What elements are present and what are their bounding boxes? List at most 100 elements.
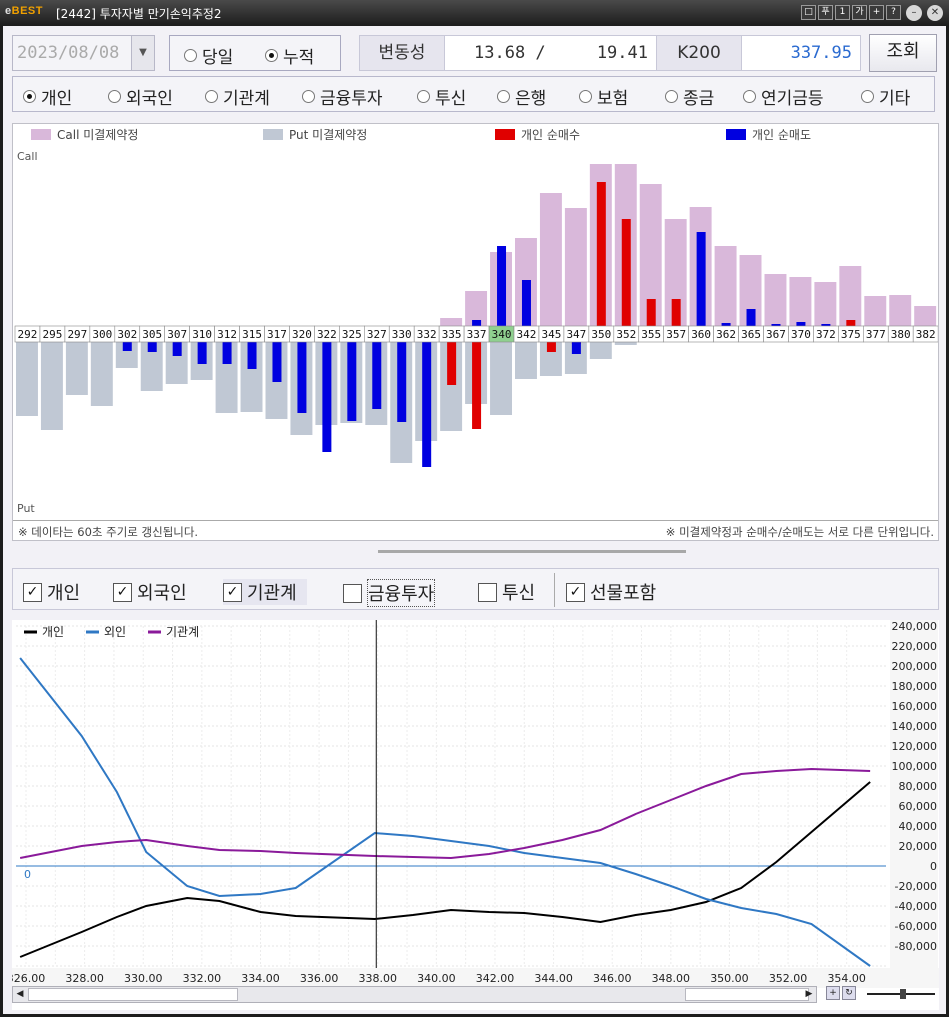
investor-radio-6[interactable]: 보험 (579, 84, 628, 109)
investor-checkbox-1[interactable]: ✓ 외국인 (113, 579, 187, 605)
mode-radio-group: 당일 누적 (169, 35, 341, 71)
help-icon[interactable]: ? (886, 5, 901, 20)
restore-icon[interactable]: □ (801, 5, 816, 20)
investor-radio-3[interactable]: 금융투자 (302, 84, 383, 109)
put-oi-bar (65, 342, 88, 395)
strike-label: 345 (541, 328, 561, 341)
strike-label: 370 (791, 328, 811, 341)
checkbox-icon[interactable]: ✓ (113, 582, 132, 602)
strike-label: 352 (616, 328, 636, 341)
scroll-thumb-right[interactable] (685, 988, 809, 1001)
checkbox-label: 선물포함 (590, 583, 657, 604)
divider (13, 520, 938, 521)
strike-label: 372 (816, 328, 836, 341)
font-icon[interactable]: 가 (852, 5, 867, 20)
net-sell-bar (272, 342, 282, 382)
pin-icon[interactable]: 푸 (818, 5, 833, 20)
strike-label: 375 (841, 328, 861, 341)
zoom-reset-icon[interactable]: ↻ (842, 986, 856, 1000)
k200-label: K200 (656, 35, 742, 71)
put-oi-bar (614, 342, 637, 345)
plus-icon[interactable]: + (869, 5, 884, 20)
link-1-icon[interactable]: 1 (835, 5, 850, 20)
radio-today[interactable]: 당일 (184, 43, 233, 68)
net-buy-bar (646, 299, 656, 326)
panel-splitter[interactable] (378, 550, 686, 553)
net-sell-bar (172, 342, 182, 356)
y-tick-label: -20,000 (895, 880, 937, 893)
x-tick-label: 340.00 (417, 972, 456, 985)
radio-cumulative[interactable]: 누적 (265, 43, 314, 68)
oi-chart-svg: 292 295 297 300 302 305 307 310 312 315 317 320 322 3… (14, 164, 938, 467)
unit-note: ※ 미결제약정과 순매수/순매도는 서로 다른 단위입니다. (665, 525, 934, 539)
volatility-label: 변동성 (359, 35, 445, 71)
scroll-right-icon[interactable]: ▶ (802, 987, 816, 1002)
date-dropdown-button[interactable]: ▼ (131, 35, 155, 71)
investor-checkbox-0[interactable]: ✓ 개인 (23, 579, 80, 605)
investor-checkbox-4[interactable]: 투신 (478, 579, 535, 605)
call-oi-bar (914, 306, 937, 326)
net-sell-bar (746, 309, 756, 326)
x-tick-label: 338.00 (358, 972, 397, 985)
main-frame: 2023/08/08 ▼ 당일 누적 변동성 13.68 / 19.41 K20… (0, 26, 949, 1017)
investor-radio-8[interactable]: 연기금등 (743, 84, 824, 109)
pnl-chart-svg: 240,000 220,000 200,000 180,000 160,000 140,0… (12, 620, 939, 988)
investor-radio-group: 개인 외국인 기관계 금융투자 투신 은행 보험 종금 연기금등 기타 (12, 76, 935, 112)
checkbox-icon[interactable]: ✓ (223, 582, 242, 602)
strike-label: 362 (716, 328, 736, 341)
window-title: [2442] 투자자별 만기손익추정2 (56, 7, 222, 21)
investor-radio-5[interactable]: 은행 (497, 84, 546, 109)
put-oi-bar (16, 342, 38, 416)
radio-dot (743, 90, 756, 103)
investor-checkbox-5[interactable]: ✓ 선물포함 (566, 579, 656, 605)
radio-dot (861, 90, 874, 103)
investor-radio-7[interactable]: 종금 (665, 84, 714, 109)
y-tick-label: 180,000 (892, 680, 938, 693)
checkbox-icon[interactable]: ✓ (566, 582, 585, 602)
investor-checkbox-2[interactable]: ✓ 기관계 (223, 579, 307, 605)
call-axis-label: Call (17, 150, 38, 163)
checkbox-icon[interactable]: ✓ (23, 582, 42, 602)
net-sell-bar (372, 342, 382, 409)
net-sell-bar (422, 342, 432, 467)
search-button[interactable]: 조회 (869, 34, 937, 72)
net-sell-bar (696, 232, 706, 326)
close-icon[interactable]: ✕ (927, 5, 943, 21)
net-sell-bar (472, 320, 482, 326)
horizontal-scrollbar[interactable]: ◀ ▶ (12, 986, 817, 1003)
net-sell-bar (222, 342, 232, 364)
zoom-slider-handle[interactable] (900, 989, 906, 999)
y-tick-label: 220,000 (892, 640, 938, 653)
investor-radio-0[interactable]: 개인 (23, 84, 72, 109)
investor-radio-1[interactable]: 외국인 (108, 84, 173, 109)
strike-label: 325 (342, 328, 362, 341)
investor-radio-label: 금융투자 (320, 89, 383, 109)
scroll-thumb-left[interactable] (28, 988, 238, 1001)
radio-dot (497, 90, 510, 103)
checkbox-icon[interactable] (478, 582, 497, 602)
investor-radio-4[interactable]: 투신 (417, 84, 466, 109)
strike-label: 312 (217, 328, 237, 341)
net-sell-bar (297, 342, 307, 413)
investor-checkbox-3[interactable]: 금융투자 (343, 579, 436, 607)
strike-label: 350 (591, 328, 611, 341)
scroll-left-icon[interactable]: ◀ (13, 987, 27, 1002)
checkbox-label: 투신 (502, 583, 536, 604)
zoom-in-icon[interactable]: + (826, 986, 840, 1000)
x-tick-label: 354.00 (827, 972, 866, 985)
minimize-icon[interactable]: – (906, 5, 922, 21)
y-tick-label: 240,000 (892, 620, 938, 633)
checkbox-icon[interactable] (343, 583, 362, 603)
strike-label: 355 (641, 328, 661, 341)
strike-label: 305 (142, 328, 162, 341)
put-oi-bar (589, 342, 612, 359)
investor-radio-2[interactable]: 기관계 (205, 84, 270, 109)
investor-radio-label: 연기금등 (761, 89, 824, 109)
checkbox-label: 금융투자 (367, 579, 436, 607)
date-input[interactable]: 2023/08/08 (12, 35, 132, 71)
investor-radio-9[interactable]: 기타 (861, 84, 910, 109)
net-sell-bar (322, 342, 332, 452)
investor-radio-label: 은행 (515, 89, 547, 109)
call-oi-bar (714, 246, 737, 326)
y-tick-label: 140,000 (892, 720, 938, 733)
